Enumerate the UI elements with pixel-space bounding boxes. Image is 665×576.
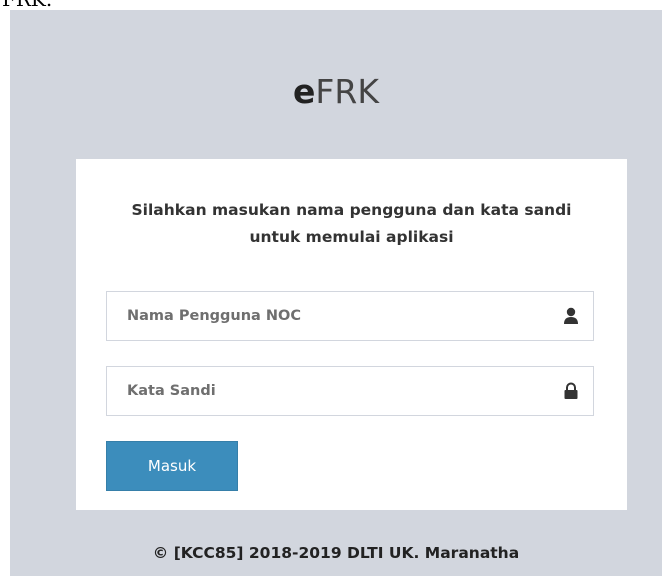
user-icon <box>564 307 578 324</box>
login-button[interactable]: Masuk <box>106 441 238 491</box>
password-field-group <box>106 366 594 416</box>
logo-rest: FRK <box>315 72 379 111</box>
login-page: eFRK Silahkan masukan nama pengguna dan … <box>10 10 662 576</box>
lock-icon <box>564 382 578 399</box>
login-box: Silahkan masukan nama pengguna dan kata … <box>76 159 627 510</box>
logo-bold: e <box>293 72 316 111</box>
username-field-group <box>106 291 594 341</box>
login-message: Silahkan masukan nama pengguna dan kata … <box>131 201 572 246</box>
footer-copyright: © [KCC85] 2018-2019 DLTI UK. Maranatha <box>152 544 520 562</box>
username-input[interactable] <box>107 292 547 340</box>
password-input[interactable] <box>107 367 547 415</box>
app-logo[interactable]: eFRK <box>10 72 662 112</box>
